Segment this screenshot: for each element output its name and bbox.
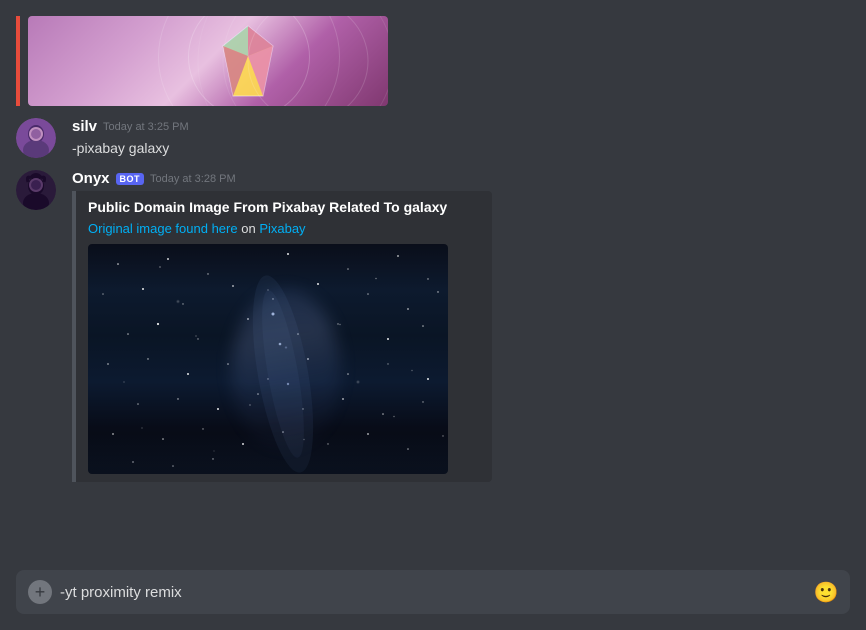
message-onyx: Onyx BOT Today at 3:28 PM Public Domain … [0, 166, 866, 486]
embed-description: Original image found here on Pixabay [88, 221, 480, 236]
add-button[interactable]: + [28, 580, 52, 604]
avatar-onyx [16, 170, 56, 210]
message-silv-content: silv Today at 3:25 PM -pixabay galaxy [72, 118, 850, 158]
message-onyx-content: Onyx BOT Today at 3:28 PM Public Domain … [72, 170, 850, 482]
top-image-message [0, 16, 866, 114]
stars-svg [88, 244, 448, 474]
timestamp-onyx: Today at 3:28 PM [150, 173, 236, 185]
galaxy-image [88, 244, 448, 474]
embed-galaxy: Public Domain Image From Pixabay Related… [72, 191, 492, 482]
input-wrapper: + 🙂 [16, 570, 850, 614]
red-border-container [16, 16, 850, 106]
timestamp-silv: Today at 3:25 PM [103, 121, 189, 133]
message-silv-header: silv Today at 3:25 PM [72, 118, 850, 135]
message-input[interactable] [60, 584, 806, 601]
input-area: + 🙂 [0, 562, 866, 630]
bot-badge: BOT [116, 173, 145, 185]
message-onyx-header: Onyx BOT Today at 3:28 PM [72, 170, 850, 187]
message-silv-text: -pixabay galaxy [72, 139, 850, 158]
pixabay-link[interactable]: Pixabay [259, 221, 305, 236]
emoji-button[interactable]: 🙂 [814, 580, 838, 604]
embed-on-word: on [241, 221, 255, 236]
avatar-silv [16, 118, 56, 158]
onyx-avatar-svg [16, 170, 56, 210]
original-image-link[interactable]: Original image found here [88, 221, 238, 236]
crystal-svg [208, 21, 288, 106]
circles-svg [28, 16, 388, 106]
silv-avatar-svg [16, 118, 56, 158]
embed-title: Public Domain Image From Pixabay Related… [88, 199, 480, 215]
username-onyx: Onyx [72, 170, 110, 187]
top-image [28, 16, 388, 106]
username-silv: silv [72, 118, 97, 135]
message-silv: silv Today at 3:25 PM -pixabay galaxy [0, 114, 866, 162]
